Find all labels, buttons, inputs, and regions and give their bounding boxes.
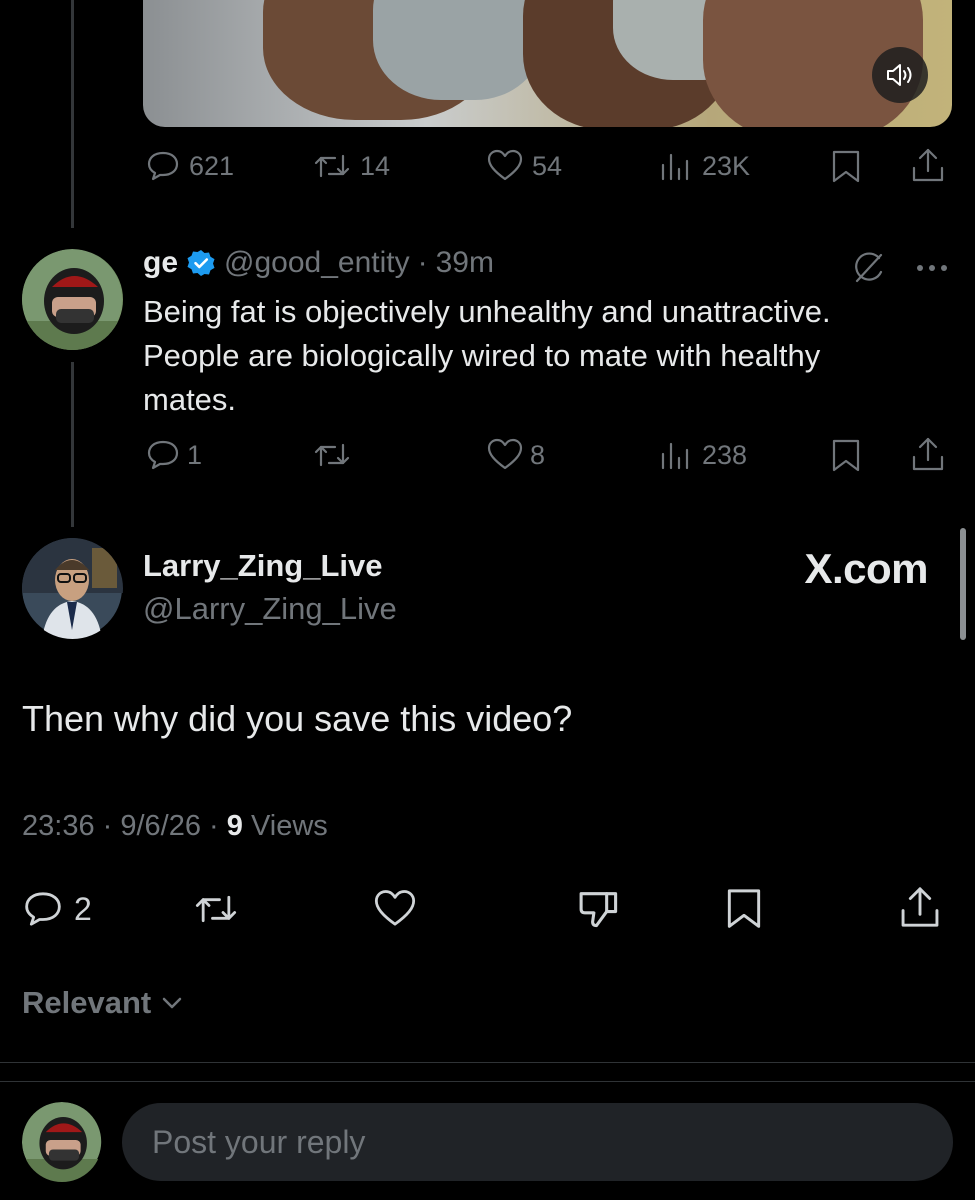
main-handle[interactable]: @Larry_Zing_Live xyxy=(143,591,397,627)
like-count: 8 xyxy=(530,439,546,470)
separator: · xyxy=(417,246,428,279)
bookmark-icon xyxy=(832,150,860,183)
chevron-down-icon xyxy=(162,997,182,1009)
main-display-name[interactable]: Larry_Zing_Live xyxy=(143,548,382,584)
my-avatar[interactable] xyxy=(22,1102,102,1182)
video-media[interactable] xyxy=(143,0,952,127)
views-count: 23K xyxy=(702,150,751,181)
bookmark-icon xyxy=(832,439,860,472)
volume-icon xyxy=(887,64,912,86)
thread-line xyxy=(71,0,74,228)
tweet2-header: ge @good_entity · 39m xyxy=(143,246,494,280)
avatar[interactable] xyxy=(22,249,123,350)
reply-icon xyxy=(147,440,179,470)
watermark: X.com xyxy=(804,545,928,592)
larry-avatar-image xyxy=(22,538,123,639)
views-count[interactable]: 9 xyxy=(227,810,243,842)
main-tweet-text: Then why did you save this video? xyxy=(22,698,573,739)
repost-icon xyxy=(314,154,350,178)
heart-icon xyxy=(487,149,523,181)
analytics-icon xyxy=(661,153,689,181)
grok-icon xyxy=(855,252,883,283)
handle[interactable]: @good_entity xyxy=(224,246,410,280)
views-button[interactable]: 238 xyxy=(658,437,747,473)
reply-count: 1 xyxy=(187,439,203,470)
repost-icon xyxy=(314,443,350,467)
repost-icon xyxy=(195,895,237,923)
thumbs-down-icon xyxy=(579,892,618,928)
verified-badge-icon xyxy=(187,250,215,276)
tweet-text-line: mates. xyxy=(143,382,237,417)
share-button[interactable] xyxy=(910,146,946,184)
repost-count: 14 xyxy=(360,150,391,181)
heart-icon xyxy=(374,890,416,926)
share-button[interactable] xyxy=(898,884,942,930)
bookmark-button[interactable] xyxy=(828,148,864,184)
post-timestamp[interactable]: 23:36 · 9/6/26 · xyxy=(22,810,227,842)
sort-label: Relevant xyxy=(22,985,152,1020)
views-label[interactable]: Views xyxy=(243,810,328,842)
reply-icon xyxy=(147,151,179,181)
share-icon xyxy=(912,437,944,471)
reply-button[interactable]: 1 xyxy=(145,437,202,473)
repost-button[interactable] xyxy=(192,888,240,930)
grok-button[interactable] xyxy=(848,248,888,288)
share-icon xyxy=(901,887,939,927)
repost-button[interactable]: 14 xyxy=(312,148,390,184)
heart-icon xyxy=(487,438,523,470)
bookmark-button[interactable] xyxy=(828,437,864,473)
like-button[interactable]: 8 xyxy=(486,437,545,473)
bookmark-button[interactable] xyxy=(722,886,766,930)
thread-line xyxy=(71,362,74,527)
sort-dropdown[interactable]: Relevant xyxy=(22,985,185,1021)
bookmark-icon xyxy=(727,889,761,928)
share-button[interactable] xyxy=(910,435,946,473)
views-count: 238 xyxy=(702,439,748,470)
display-name[interactable]: ge xyxy=(143,246,178,280)
divider xyxy=(0,1062,975,1063)
views-button[interactable]: 23K xyxy=(658,148,750,184)
like-button[interactable] xyxy=(372,888,418,930)
like-button[interactable]: 54 xyxy=(486,148,562,184)
reply-placeholder: Post your reply xyxy=(152,1123,366,1160)
reply-count: 2 xyxy=(74,890,92,927)
reply-button[interactable]: 621 xyxy=(145,148,234,184)
volume-button[interactable] xyxy=(872,47,928,103)
scrollbar-thumb[interactable] xyxy=(960,528,966,640)
like-count: 54 xyxy=(532,150,563,181)
reply-count: 621 xyxy=(189,150,235,181)
timestamp[interactable]: 39m xyxy=(436,246,494,280)
helmet-avatar-image xyxy=(22,249,123,350)
more-button[interactable] xyxy=(912,248,952,288)
post-meta: 23:36 · 9/6/26 · 9 Views xyxy=(22,810,328,843)
tweet-text-line: People are biologically wired to mate wi… xyxy=(143,338,821,373)
reply-input[interactable]: Post your reply xyxy=(122,1103,953,1181)
tweet-text: Being fat is objectively unhealthy and u… xyxy=(143,290,943,422)
tweet-text-line: Being fat is objectively unhealthy and u… xyxy=(143,294,831,329)
avatar[interactable] xyxy=(22,538,123,639)
repost-button[interactable] xyxy=(312,437,352,473)
more-dots-icon xyxy=(917,265,947,271)
helmet-avatar-image xyxy=(22,1102,102,1182)
divider xyxy=(0,1081,975,1082)
reply-button[interactable]: 2 xyxy=(22,888,92,930)
downvote-button[interactable] xyxy=(576,886,622,932)
analytics-icon xyxy=(661,442,689,470)
share-icon xyxy=(912,148,944,182)
reply-icon xyxy=(25,892,61,926)
